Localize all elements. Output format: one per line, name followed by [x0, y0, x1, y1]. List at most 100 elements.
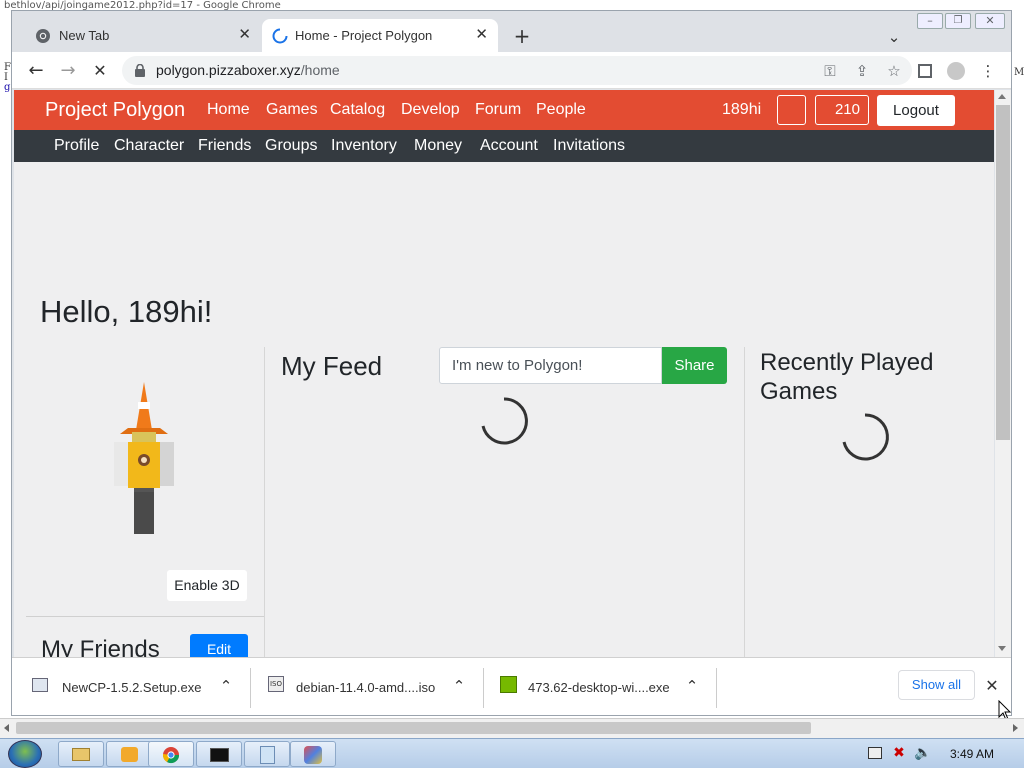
subnav-character[interactable]: Character — [114, 137, 184, 155]
divider — [250, 668, 251, 708]
column-divider — [264, 347, 265, 657]
iso-file-icon: ISO — [268, 676, 284, 692]
window-close-button[interactable]: ✕ — [975, 13, 1005, 29]
taskbar-explorer-button[interactable] — [58, 741, 104, 767]
divider — [716, 668, 717, 708]
scroll-right-arrow-icon[interactable] — [1013, 724, 1018, 732]
action-center-icon[interactable] — [868, 747, 882, 759]
page-scrollbar[interactable] — [995, 90, 1011, 657]
my-feed-heading: My Feed — [281, 351, 383, 381]
site-navbar: Project Polygon Home Games Catalog Devel… — [14, 90, 994, 130]
scroll-left-arrow-icon[interactable] — [4, 724, 9, 732]
taskbar-notepad-button[interactable] — [244, 741, 290, 767]
share-button[interactable]: Share — [662, 347, 727, 384]
chevron-up-icon[interactable]: ⌃ — [449, 676, 469, 696]
enable-3d-button[interactable]: Enable 3D — [167, 570, 247, 601]
back-arrow-icon[interactable]: ← — [26, 61, 46, 81]
bookmark-star-icon[interactable]: ☆ — [884, 61, 904, 81]
scroll-down-arrow-icon[interactable] — [998, 646, 1006, 651]
close-icon[interactable]: ✕ — [475, 25, 488, 43]
taskbar-app-button[interactable] — [290, 741, 336, 767]
games-loading-spinner-icon — [842, 413, 889, 461]
nav-username[interactable]: 189hi — [722, 101, 761, 119]
download-item-name[interactable]: 473.62-desktop-wi....exe — [528, 680, 670, 695]
nvidia-icon — [500, 676, 517, 693]
currency-balance[interactable]: 210 — [815, 95, 869, 125]
chevron-up-icon[interactable]: ⌃ — [216, 676, 236, 696]
greeting-heading: Hello, 189hi! — [40, 294, 213, 329]
subnav-friends[interactable]: Friends — [198, 137, 251, 155]
horizontal-scrollbar-thumb[interactable] — [16, 722, 811, 734]
scroll-up-arrow-icon[interactable] — [998, 94, 1006, 99]
taskbar-chrome-button[interactable] — [148, 741, 194, 767]
my-friends-heading: My Friends — [41, 636, 160, 657]
divider — [483, 668, 484, 708]
key-icon[interactable]: ⚿ — [820, 61, 840, 81]
subnav-profile[interactable]: Profile — [54, 137, 99, 155]
chrome-logo-icon — [36, 29, 50, 43]
loading-spinner-icon — [272, 28, 288, 44]
taskbar: ✖ 🔈 3:49 AM — [0, 738, 1024, 768]
restore-button[interactable]: ❐ — [945, 13, 971, 29]
horizontal-scrollbar[interactable] — [0, 718, 1024, 738]
scrollbar-thumb[interactable] — [996, 105, 1010, 440]
nav-people[interactable]: People — [536, 101, 586, 119]
window-controls: – ❐ ✕ — [917, 13, 1007, 29]
close-icon[interactable]: ✕ — [238, 25, 251, 43]
more-menu-icon[interactable]: ⋮ — [980, 61, 996, 81]
download-shelf: NewCP-1.5.2.Setup.exe ⌃ ISO debian-11.4.… — [12, 657, 1011, 715]
site-brand[interactable]: Project Polygon — [45, 99, 185, 122]
network-error-icon[interactable]: ✖ — [890, 743, 908, 763]
subnav-invitations[interactable]: Invitations — [553, 137, 625, 155]
media-player-icon — [121, 747, 138, 762]
background-text-line: g — [4, 82, 11, 93]
app-icon — [304, 746, 322, 764]
chrome-logo-icon — [162, 747, 180, 764]
profile-avatar-icon[interactable] — [947, 62, 965, 80]
site-subnav: Profile Character Friends Groups Invento… — [14, 130, 994, 162]
edit-friends-button[interactable]: Edit — [190, 634, 248, 657]
address-bar[interactable]: polygon.pizzaboxer.xyz/home ⚿ ⇪ ☆ — [122, 56, 912, 85]
share-icon[interactable]: ⇪ — [852, 61, 872, 81]
nav-forum[interactable]: Forum — [475, 101, 521, 119]
chevron-up-icon[interactable]: ⌃ — [682, 676, 702, 696]
browser-window: New Tab ✕ Home - Project Polygon ✕ + ⌄ –… — [11, 10, 1012, 716]
tab-search-chevron-icon[interactable]: ⌄ — [884, 27, 904, 47]
nav-home[interactable]: Home — [207, 101, 250, 119]
new-tab-button[interactable]: + — [512, 26, 532, 46]
lock-icon — [135, 64, 145, 77]
command-prompt-icon — [210, 748, 229, 762]
subnav-money[interactable]: Money — [414, 137, 462, 155]
taskbar-cmd-button[interactable] — [196, 741, 242, 767]
nav-games[interactable]: Games — [266, 101, 318, 119]
logout-button[interactable]: Logout — [877, 95, 955, 126]
nav-catalog[interactable]: Catalog — [330, 101, 385, 119]
url-host: polygon.pizzaboxer.xyz — [156, 62, 301, 78]
recently-played-heading: Recently Played Games — [760, 349, 934, 405]
tab-new-tab[interactable]: New Tab ✕ — [26, 19, 261, 52]
tab-home-project-polygon[interactable]: Home - Project Polygon ✕ — [262, 19, 498, 52]
taskbar-media-player-button[interactable] — [106, 741, 152, 767]
nav-develop[interactable]: Develop — [401, 101, 460, 119]
forward-arrow-icon[interactable]: → — [58, 61, 78, 81]
minimize-button[interactable]: – — [917, 13, 943, 29]
tab-label: Home - Project Polygon — [295, 28, 433, 43]
close-downloads-icon[interactable]: ✕ — [982, 676, 1002, 696]
subnav-groups[interactable]: Groups — [265, 137, 317, 155]
tab-strip: New Tab ✕ Home - Project Polygon ✕ + ⌄ –… — [12, 11, 1011, 52]
download-item-name[interactable]: debian-11.4.0-amd....iso — [296, 680, 435, 695]
subnav-account[interactable]: Account — [480, 137, 538, 155]
show-all-downloads-button[interactable]: Show all — [898, 670, 975, 700]
taskbar-clock[interactable]: 3:49 AM — [950, 747, 994, 761]
download-item-name[interactable]: NewCP-1.5.2.Setup.exe — [62, 680, 201, 695]
volume-icon[interactable]: 🔈 — [914, 743, 932, 763]
feed-status-input[interactable]: I'm new to Polygon! — [439, 347, 662, 384]
start-button[interactable] — [8, 740, 42, 768]
subnav-inventory[interactable]: Inventory — [331, 137, 397, 155]
background-text-char: M — [1014, 67, 1024, 78]
column-divider — [744, 347, 745, 657]
stop-loading-icon[interactable]: ✕ — [90, 61, 110, 81]
notifications-button[interactable] — [777, 95, 806, 125]
installer-icon — [32, 678, 48, 692]
side-panel-icon[interactable] — [918, 64, 932, 78]
